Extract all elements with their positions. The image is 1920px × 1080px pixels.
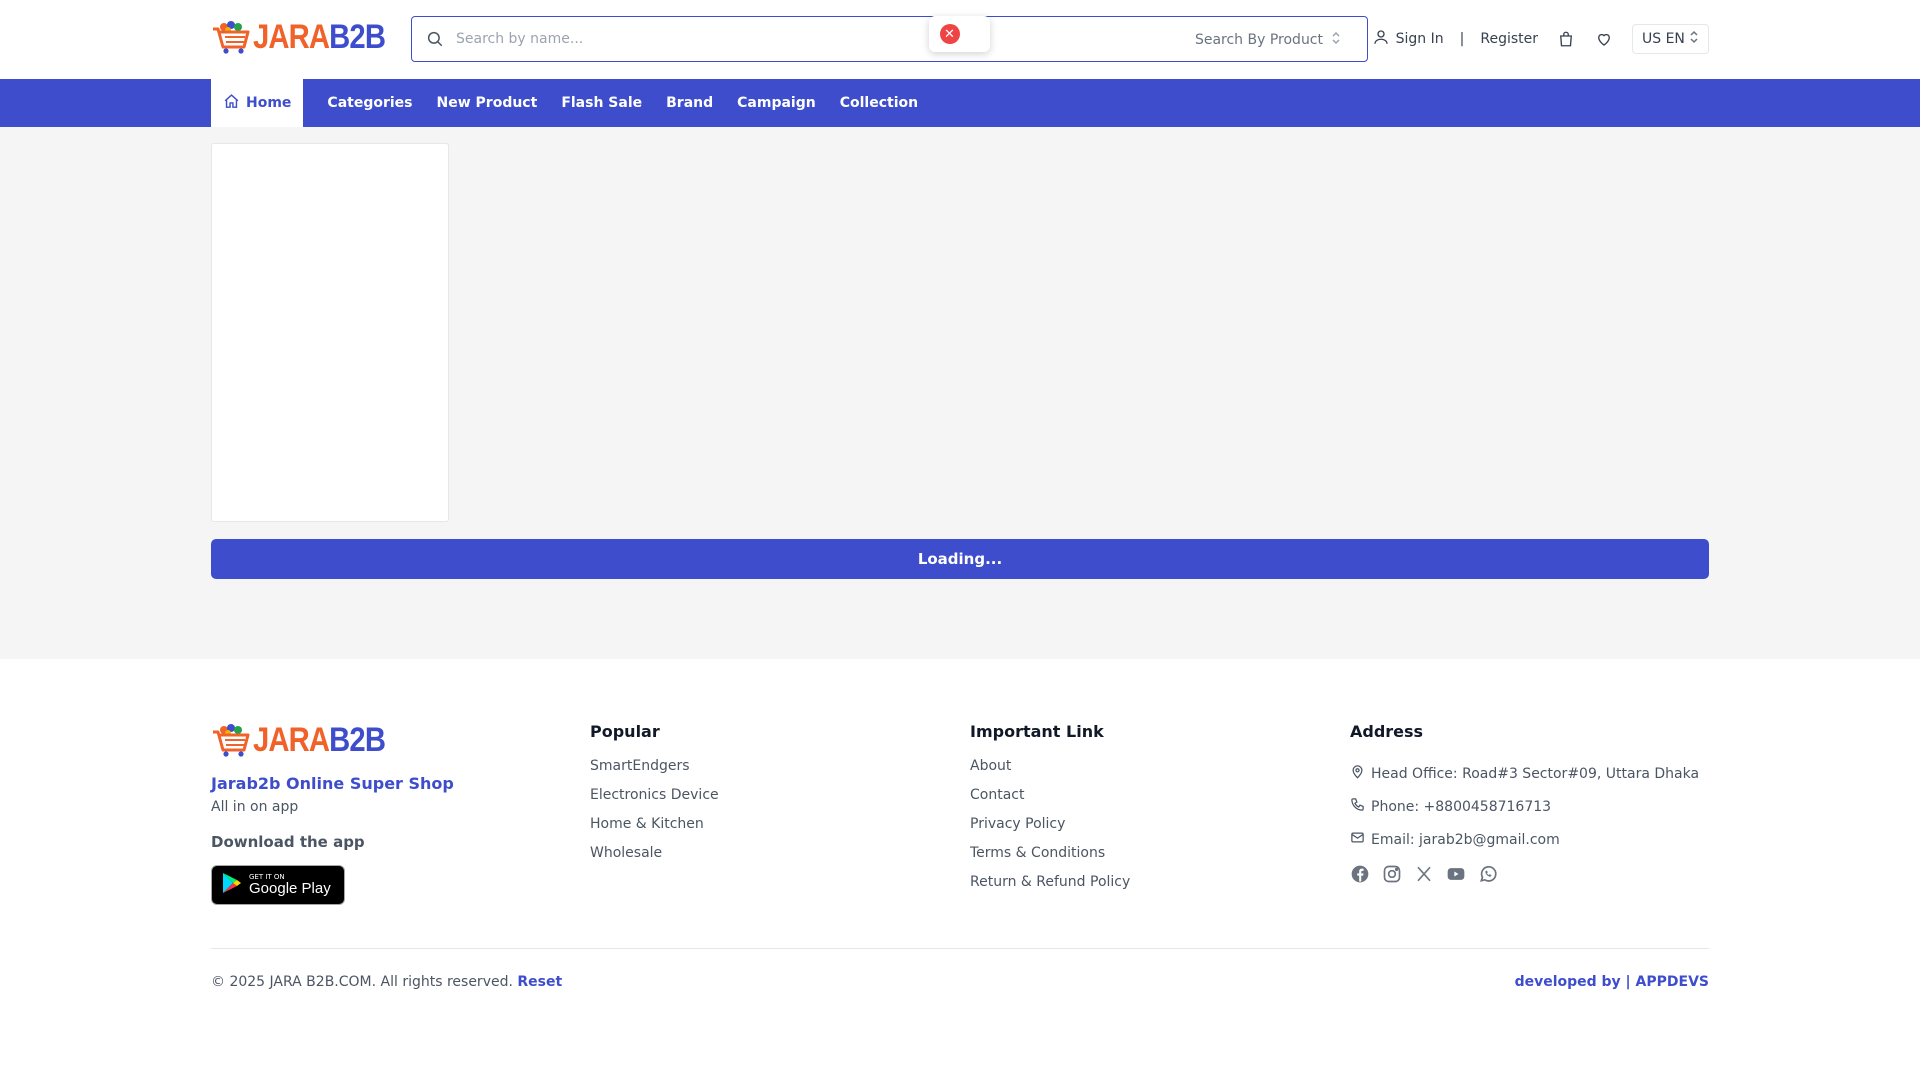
footer-address-heading: Address — [1350, 722, 1424, 741]
language-label: US EN — [1642, 31, 1685, 47]
whatsapp-icon[interactable] — [1478, 864, 1498, 884]
logo-text-jara: JARA — [253, 18, 330, 56]
google-play-big-text: Google Play — [249, 879, 331, 897]
footer-link-about[interactable]: About — [970, 757, 1130, 786]
product-card-placeholder — [211, 143, 449, 522]
address-office: Head Office: Road#3 Sector#09, Uttara Dh… — [1350, 757, 1699, 790]
footer-link-smartendgers[interactable]: SmartEndgers — [590, 757, 719, 786]
address-phone: Phone: +8800458716713 — [1350, 790, 1699, 823]
nav-item-categories[interactable]: Categories — [315, 79, 424, 127]
error-icon: ✕ — [939, 24, 960, 44]
search-scope-select[interactable]: Search By Product — [1195, 31, 1341, 49]
main-nav: Home Categories New Product Flash Sale B… — [0, 79, 1920, 127]
footer-divider — [211, 948, 1709, 949]
footer-brand-column: JARAB2B Jarab2b Online Super Shop All in… — [211, 722, 454, 905]
site-logo[interactable]: JARAB2B — [211, 19, 407, 55]
register-link[interactable]: Register — [1480, 31, 1538, 47]
footer-logo[interactable]: JARAB2B — [211, 722, 454, 758]
address-phone-text: Phone: +8800458716713 — [1371, 798, 1552, 815]
chevron-up-down-icon — [1689, 30, 1699, 48]
nav-item-flash-sale[interactable]: Flash Sale — [549, 79, 654, 127]
logo-text-b2b: B2B — [329, 721, 386, 759]
address-email-text: Email: jarab2b@gmail.com — [1371, 831, 1560, 848]
heart-icon[interactable] — [1594, 29, 1614, 49]
footer-brand-subtitle: All in on app — [211, 799, 299, 815]
logo-text: JARAB2B — [253, 18, 386, 56]
error-toast: ✕ — [929, 16, 990, 52]
address-email: Email: jarab2b@gmail.com — [1350, 823, 1699, 856]
instagram-icon[interactable] — [1382, 864, 1402, 884]
search-scope-label: Search By Product — [1194, 32, 1323, 48]
site-header: JARAB2B Search By Product ✕ Sign In | Re… — [0, 0, 1920, 79]
nav-item-new-product[interactable]: New Product — [425, 79, 550, 127]
social-links — [1350, 864, 1699, 884]
cart-logo-icon — [211, 722, 251, 758]
footer-important-column: Important Link About Contact Privacy Pol… — [970, 722, 1130, 902]
google-play-text: GET IT ON Google Play — [249, 873, 331, 897]
sign-in-link[interactable]: Sign In — [1372, 28, 1444, 50]
x-icon[interactable] — [1414, 864, 1434, 884]
footer-brand-title: Jarab2b Online Super Shop — [211, 774, 454, 793]
nav-item-home[interactable]: Home — [211, 79, 304, 127]
chevron-up-down-icon — [1331, 31, 1341, 49]
footer-link-wholesale[interactable]: Wholesale — [590, 844, 719, 873]
header-separator: | — [1459, 31, 1465, 47]
footer-link-privacy[interactable]: Privacy Policy — [970, 815, 1130, 844]
header-actions: Sign In | Register US EN — [1372, 24, 1709, 54]
footer-popular-heading: Popular — [590, 722, 660, 741]
footer-link-refund[interactable]: Return & Refund Policy — [970, 873, 1130, 902]
nav-item-home-label: Home — [246, 95, 292, 111]
user-icon — [1372, 28, 1390, 50]
google-play-badge[interactable]: GET IT ON Google Play — [211, 865, 345, 905]
search-icon[interactable] — [424, 28, 446, 50]
mail-icon — [1350, 830, 1365, 849]
map-pin-icon — [1350, 764, 1365, 783]
footer-link-contact[interactable]: Contact — [970, 786, 1130, 815]
footer-link-home-kitchen[interactable]: Home & Kitchen — [590, 815, 719, 844]
sign-in-label: Sign In — [1395, 31, 1444, 47]
google-play-icon — [222, 872, 242, 898]
facebook-icon[interactable] — [1350, 864, 1370, 884]
search-input[interactable] — [456, 31, 956, 47]
footer-address-column: Address Head Office: Road#3 Sector#09, U… — [1350, 722, 1699, 884]
copyright-line: © 2025 JARA B2B.COM. All rights reserved… — [211, 974, 562, 990]
language-select[interactable]: US EN — [1632, 24, 1709, 54]
reset-link[interactable]: Reset — [517, 974, 562, 990]
logo-text-b2b: B2B — [329, 18, 386, 56]
footer-popular-column: Popular SmartEndgers Electronics Device … — [590, 722, 719, 873]
footer-important-heading: Important Link — [970, 722, 1104, 741]
youtube-icon[interactable] — [1446, 864, 1466, 884]
logo-text: JARAB2B — [253, 721, 386, 759]
footer-link-electronics[interactable]: Electronics Device — [590, 786, 719, 815]
shopping-bag-icon[interactable] — [1556, 29, 1576, 49]
main-content: Loading... — [0, 127, 1920, 659]
home-icon — [223, 93, 240, 114]
nav-item-campaign[interactable]: Campaign — [725, 79, 828, 127]
loading-button[interactable]: Loading... — [211, 539, 1709, 579]
nav-item-brand[interactable]: Brand — [654, 79, 725, 127]
search-bar: Search By Product — [411, 16, 1368, 62]
developer-credit-link[interactable]: developed by | APPDEVS — [1515, 974, 1709, 990]
site-footer: JARAB2B Jarab2b Online Super Shop All in… — [0, 659, 1920, 1080]
phone-icon — [1350, 797, 1365, 816]
footer-link-terms[interactable]: Terms & Conditions — [970, 844, 1130, 873]
nav-item-collection[interactable]: Collection — [828, 79, 930, 127]
logo-text-jara: JARA — [253, 721, 330, 759]
address-office-text: Head Office: Road#3 Sector#09, Uttara Dh… — [1371, 765, 1700, 782]
cart-logo-icon — [211, 19, 251, 55]
copyright-text: © 2025 JARA B2B.COM. All rights reserved… — [211, 974, 513, 990]
download-app-heading: Download the app — [211, 833, 365, 851]
